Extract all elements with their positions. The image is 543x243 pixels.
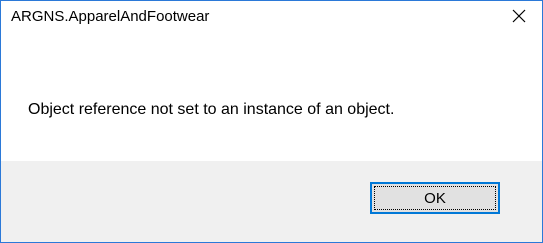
close-button[interactable]	[496, 1, 542, 31]
error-message: Object reference not set to an instance …	[28, 101, 395, 118]
dialog-title: ARGNS.ApparelAndFootwear	[11, 8, 210, 25]
dialog-footer: OK	[1, 161, 542, 242]
ok-button[interactable]: OK	[370, 182, 500, 214]
message-dialog: ARGNS.ApparelAndFootwear Object referenc…	[0, 0, 543, 243]
close-icon	[512, 9, 526, 23]
ok-button-label: OK	[424, 189, 446, 207]
dialog-content: Object reference not set to an instance …	[1, 31, 542, 161]
title-bar: ARGNS.ApparelAndFootwear	[1, 1, 542, 31]
